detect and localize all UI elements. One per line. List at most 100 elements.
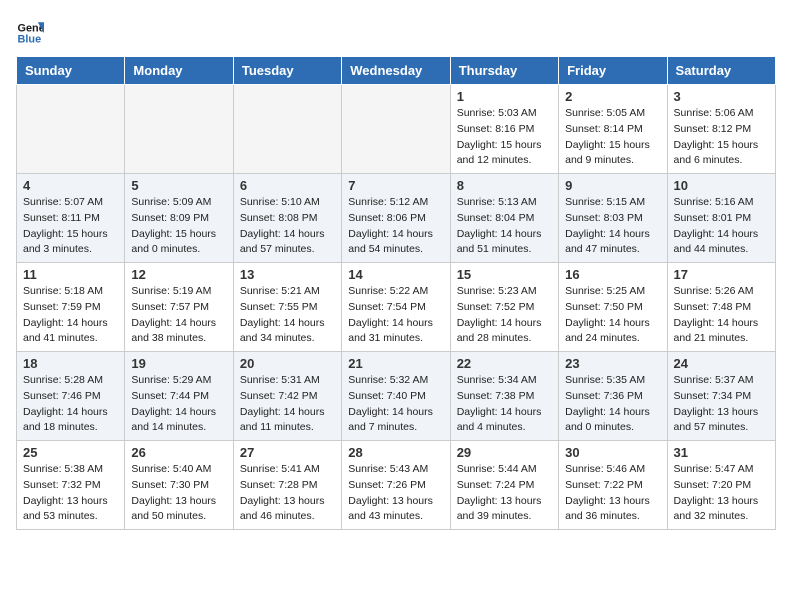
day-number: 26	[131, 445, 226, 460]
day-info: Sunrise: 5:12 AM Sunset: 8:06 PM Dayligh…	[348, 195, 443, 258]
calendar-cell: 23 Sunrise: 5:35 AM Sunset: 7:36 PM Dayli…	[559, 352, 667, 441]
day-info: Sunrise: 5:23 AM Sunset: 7:52 PM Dayligh…	[457, 284, 552, 347]
day-number: 1	[457, 89, 552, 104]
day-number: 2	[565, 89, 660, 104]
calendar-cell: 20 Sunrise: 5:31 AM Sunset: 7:42 PM Dayli…	[233, 352, 341, 441]
calendar-cell: 1 Sunrise: 5:03 AM Sunset: 8:16 PM Daylig…	[450, 85, 558, 174]
day-info: Sunrise: 5:07 AM Sunset: 8:11 PM Dayligh…	[23, 195, 118, 258]
day-info: Sunrise: 5:44 AM Sunset: 7:24 PM Dayligh…	[457, 462, 552, 525]
day-info: Sunrise: 5:47 AM Sunset: 7:20 PM Dayligh…	[674, 462, 769, 525]
calendar-cell	[125, 85, 233, 174]
day-info: Sunrise: 5:26 AM Sunset: 7:48 PM Dayligh…	[674, 284, 769, 347]
day-info: Sunrise: 5:09 AM Sunset: 8:09 PM Dayligh…	[131, 195, 226, 258]
calendar-cell: 27 Sunrise: 5:41 AM Sunset: 7:28 PM Dayli…	[233, 441, 341, 530]
day-number: 20	[240, 356, 335, 371]
svg-text:Blue: Blue	[18, 33, 42, 44]
weekday-header: Monday	[125, 57, 233, 85]
calendar-header-row: SundayMondayTuesdayWednesdayThursdayFrid…	[17, 57, 776, 85]
calendar-cell	[233, 85, 341, 174]
calendar-cell: 26 Sunrise: 5:40 AM Sunset: 7:30 PM Dayli…	[125, 441, 233, 530]
weekday-header: Thursday	[450, 57, 558, 85]
calendar-week-row: 1 Sunrise: 5:03 AM Sunset: 8:16 PM Daylig…	[17, 85, 776, 174]
calendar-week-row: 4Sunrise: 5:07 AM Sunset: 8:11 PM Daylig…	[17, 174, 776, 263]
day-info: Sunrise: 5:32 AM Sunset: 7:40 PM Dayligh…	[348, 373, 443, 436]
day-number: 13	[240, 267, 335, 282]
calendar-cell: 11 Sunrise: 5:18 AM Sunset: 7:59 PM Dayli…	[17, 263, 125, 352]
calendar-cell: 5Sunrise: 5:09 AM Sunset: 8:09 PM Daylig…	[125, 174, 233, 263]
day-number: 9	[565, 178, 660, 193]
weekday-header: Saturday	[667, 57, 775, 85]
calendar-cell: 29 Sunrise: 5:44 AM Sunset: 7:24 PM Dayli…	[450, 441, 558, 530]
calendar-cell: 12Sunrise: 5:19 AM Sunset: 7:57 PM Dayli…	[125, 263, 233, 352]
day-number: 6	[240, 178, 335, 193]
calendar-cell: 18 Sunrise: 5:28 AM Sunset: 7:46 PM Dayli…	[17, 352, 125, 441]
calendar-cell: 17 Sunrise: 5:26 AM Sunset: 7:48 PM Dayli…	[667, 263, 775, 352]
day-number: 23	[565, 356, 660, 371]
calendar-week-row: 25 Sunrise: 5:38 AM Sunset: 7:32 PM Dayli…	[17, 441, 776, 530]
calendar-cell: 30Sunrise: 5:46 AM Sunset: 7:22 PM Dayli…	[559, 441, 667, 530]
day-info: Sunrise: 5:18 AM Sunset: 7:59 PM Dayligh…	[23, 284, 118, 347]
weekday-header: Friday	[559, 57, 667, 85]
calendar-cell: 7 Sunrise: 5:12 AM Sunset: 8:06 PM Daylig…	[342, 174, 450, 263]
weekday-header: Tuesday	[233, 57, 341, 85]
day-info: Sunrise: 5:43 AM Sunset: 7:26 PM Dayligh…	[348, 462, 443, 525]
calendar-week-row: 11 Sunrise: 5:18 AM Sunset: 7:59 PM Dayli…	[17, 263, 776, 352]
day-number: 8	[457, 178, 552, 193]
calendar-cell: 15 Sunrise: 5:23 AM Sunset: 7:52 PM Dayli…	[450, 263, 558, 352]
day-info: Sunrise: 5:38 AM Sunset: 7:32 PM Dayligh…	[23, 462, 118, 525]
day-info: Sunrise: 5:29 AM Sunset: 7:44 PM Dayligh…	[131, 373, 226, 436]
day-number: 18	[23, 356, 118, 371]
day-info: Sunrise: 5:22 AM Sunset: 7:54 PM Dayligh…	[348, 284, 443, 347]
day-number: 24	[674, 356, 769, 371]
weekday-header: Wednesday	[342, 57, 450, 85]
day-info: Sunrise: 5:19 AM Sunset: 7:57 PM Dayligh…	[131, 284, 226, 347]
day-info: Sunrise: 5:16 AM Sunset: 8:01 PM Dayligh…	[674, 195, 769, 258]
calendar-cell: 14 Sunrise: 5:22 AM Sunset: 7:54 PM Dayli…	[342, 263, 450, 352]
day-info: Sunrise: 5:03 AM Sunset: 8:16 PM Dayligh…	[457, 106, 552, 169]
day-info: Sunrise: 5:21 AM Sunset: 7:55 PM Dayligh…	[240, 284, 335, 347]
calendar-table: SundayMondayTuesdayWednesdayThursdayFrid…	[16, 56, 776, 530]
day-info: Sunrise: 5:13 AM Sunset: 8:04 PM Dayligh…	[457, 195, 552, 258]
calendar-cell	[17, 85, 125, 174]
calendar-cell: 22Sunrise: 5:34 AM Sunset: 7:38 PM Dayli…	[450, 352, 558, 441]
day-info: Sunrise: 5:25 AM Sunset: 7:50 PM Dayligh…	[565, 284, 660, 347]
day-info: Sunrise: 5:10 AM Sunset: 8:08 PM Dayligh…	[240, 195, 335, 258]
day-number: 25	[23, 445, 118, 460]
day-number: 14	[348, 267, 443, 282]
calendar-cell: 6 Sunrise: 5:10 AM Sunset: 8:08 PM Daylig…	[233, 174, 341, 263]
day-number: 29	[457, 445, 552, 460]
day-info: Sunrise: 5:40 AM Sunset: 7:30 PM Dayligh…	[131, 462, 226, 525]
calendar-cell: 9 Sunrise: 5:15 AM Sunset: 8:03 PM Daylig…	[559, 174, 667, 263]
day-number: 15	[457, 267, 552, 282]
day-number: 27	[240, 445, 335, 460]
day-info: Sunrise: 5:41 AM Sunset: 7:28 PM Dayligh…	[240, 462, 335, 525]
day-info: Sunrise: 5:34 AM Sunset: 7:38 PM Dayligh…	[457, 373, 552, 436]
day-number: 7	[348, 178, 443, 193]
day-number: 30	[565, 445, 660, 460]
day-number: 17	[674, 267, 769, 282]
day-number: 31	[674, 445, 769, 460]
day-number: 19	[131, 356, 226, 371]
calendar-cell: 19 Sunrise: 5:29 AM Sunset: 7:44 PM Dayli…	[125, 352, 233, 441]
day-number: 11	[23, 267, 118, 282]
calendar-cell: 13 Sunrise: 5:21 AM Sunset: 7:55 PM Dayli…	[233, 263, 341, 352]
day-number: 10	[674, 178, 769, 193]
weekday-header: Sunday	[17, 57, 125, 85]
day-info: Sunrise: 5:28 AM Sunset: 7:46 PM Dayligh…	[23, 373, 118, 436]
calendar-cell: 21Sunrise: 5:32 AM Sunset: 7:40 PM Dayli…	[342, 352, 450, 441]
day-info: Sunrise: 5:06 AM Sunset: 8:12 PM Dayligh…	[674, 106, 769, 169]
day-info: Sunrise: 5:37 AM Sunset: 7:34 PM Dayligh…	[674, 373, 769, 436]
day-number: 3	[674, 89, 769, 104]
calendar-cell: 25 Sunrise: 5:38 AM Sunset: 7:32 PM Dayli…	[17, 441, 125, 530]
calendar-week-row: 18 Sunrise: 5:28 AM Sunset: 7:46 PM Dayli…	[17, 352, 776, 441]
day-info: Sunrise: 5:35 AM Sunset: 7:36 PM Dayligh…	[565, 373, 660, 436]
day-number: 16	[565, 267, 660, 282]
calendar-cell: 31 Sunrise: 5:47 AM Sunset: 7:20 PM Dayli…	[667, 441, 775, 530]
day-info: Sunrise: 5:15 AM Sunset: 8:03 PM Dayligh…	[565, 195, 660, 258]
logo-icon: General Blue	[16, 16, 44, 44]
calendar-cell: 8 Sunrise: 5:13 AM Sunset: 8:04 PM Daylig…	[450, 174, 558, 263]
calendar-cell: 3 Sunrise: 5:06 AM Sunset: 8:12 PM Daylig…	[667, 85, 775, 174]
page-header: General Blue	[16, 16, 776, 44]
day-info: Sunrise: 5:31 AM Sunset: 7:42 PM Dayligh…	[240, 373, 335, 436]
day-info: Sunrise: 5:05 AM Sunset: 8:14 PM Dayligh…	[565, 106, 660, 169]
